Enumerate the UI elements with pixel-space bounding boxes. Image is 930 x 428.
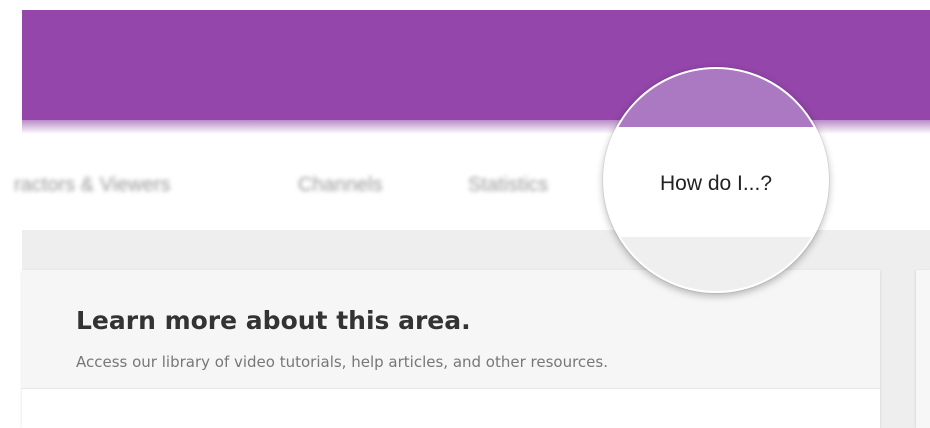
nav-item-statistics[interactable]: Statistics bbox=[468, 174, 548, 197]
left-margin bbox=[0, 0, 22, 428]
nav-item-contractors-viewers[interactable]: ractors & Viewers bbox=[14, 174, 170, 197]
nav-item-channels[interactable]: Channels bbox=[298, 174, 383, 197]
magnified-content-area bbox=[605, 237, 827, 291]
card-content-area bbox=[22, 388, 880, 428]
screen: ractors & Viewers Channels Statistics Le… bbox=[0, 0, 930, 428]
card-title: Learn more about this area. bbox=[76, 306, 471, 335]
help-card: Learn more about this area. Access our l… bbox=[22, 270, 880, 428]
magnified-header-bar bbox=[605, 69, 827, 127]
magnifier-callout: How do I...? bbox=[603, 67, 829, 293]
side-panel-edge bbox=[916, 270, 930, 428]
how-do-i-link[interactable]: How do I...? bbox=[605, 172, 827, 196]
card-subtitle: Access our library of video tutorials, h… bbox=[76, 353, 608, 371]
